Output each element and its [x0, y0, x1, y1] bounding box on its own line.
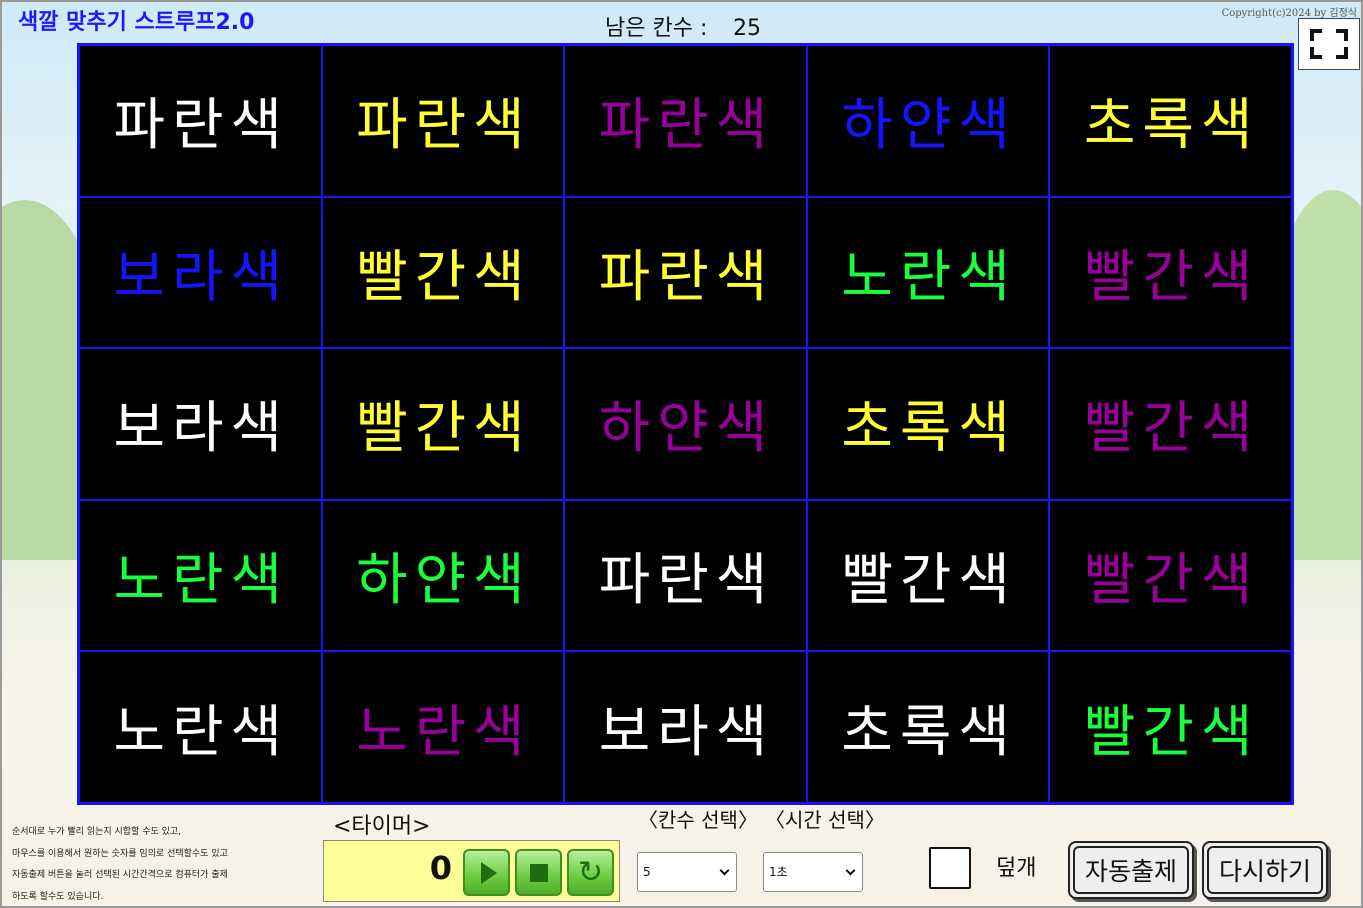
color-word: 초록색	[841, 396, 1017, 462]
cells-select-value: 5	[643, 865, 651, 879]
color-word: 파란색	[598, 548, 775, 614]
color-word: 빨간색	[1083, 548, 1260, 614]
color-word: 파란색	[598, 244, 775, 310]
copyright-text: Copyright(c)2024 by 김정식	[1221, 8, 1357, 19]
remaining-label: 남은 칸수 :	[605, 16, 708, 41]
board-cell[interactable]: 빨간색	[321, 348, 565, 500]
color-word: 초록색	[1083, 93, 1260, 159]
color-word: 파란색	[113, 93, 290, 159]
chevron-down-icon	[845, 865, 856, 876]
board-cell[interactable]: 보라색	[564, 651, 807, 803]
board-cell[interactable]: 빨간색	[1049, 651, 1292, 803]
instruction-line: 순서대로 누가 빨리 읽는지 시합할 수도 있고,	[12, 827, 182, 837]
stroop-board: 파란색 파란색 파란색 하얀색 초록색 보라색 빨간색 파란색 노란색 빨간색 보라색 빨간색 하얀색 초…	[77, 43, 1294, 805]
auto-quiz-label: 자동출제	[1073, 846, 1189, 894]
board-cell[interactable]: 하얀색	[564, 348, 807, 500]
board-cell[interactable]: 파란색	[564, 499, 807, 652]
time-select-label: 〈시간 선택〉	[765, 808, 885, 832]
timer-panel: 0 ↻	[323, 840, 620, 902]
color-word: 하얀색	[598, 396, 775, 462]
color-word: 빨간색	[1083, 244, 1260, 310]
timer-reset-button[interactable]: ↻	[567, 849, 614, 896]
timer-title: <타이머>	[333, 814, 431, 839]
board-cell[interactable]: 빨간색	[1049, 348, 1292, 500]
board-cell[interactable]: 빨간색	[1049, 499, 1292, 652]
board-cell[interactable]: 하얀색	[806, 45, 1050, 197]
timer-play-button[interactable]	[463, 849, 510, 896]
time-select-value: 1초	[769, 865, 788, 879]
board-cell[interactable]: 빨간색	[321, 196, 565, 349]
board-cell[interactable]: 노란색	[321, 651, 565, 803]
color-word: 노란색	[841, 244, 1017, 310]
fullscreen-icon-corner	[1336, 47, 1348, 59]
remaining-count: 25	[733, 16, 761, 41]
timer-stop-button[interactable]	[515, 849, 562, 896]
board-cell[interactable]: 초록색	[806, 348, 1050, 500]
board-cell[interactable]: 파란색	[79, 45, 322, 197]
color-word: 보라색	[113, 396, 290, 462]
instruction-line: 자동출제 버튼을 눌러 선택된 시간간격으로 컴퓨터가 출제	[12, 870, 228, 880]
board-cell[interactable]: 보라색	[79, 196, 322, 349]
instruction-line: 하도록 할수도 있습니다.	[12, 891, 104, 902]
color-word: 파란색	[598, 93, 775, 159]
restart-button[interactable]: 다시하기	[1202, 841, 1328, 899]
fullscreen-icon-corner	[1336, 29, 1348, 41]
board-cell[interactable]: 노란색	[79, 499, 322, 652]
fullscreen-icon-corner	[1310, 47, 1322, 59]
board-cell[interactable]: 빨간색	[806, 499, 1050, 652]
board-cell[interactable]: 파란색	[564, 196, 807, 349]
color-word: 빨간색	[1083, 396, 1260, 462]
play-icon	[480, 861, 497, 884]
timer-value: 0	[429, 849, 452, 887]
remaining-cells: 남은 칸수 : 25	[605, 10, 761, 42]
auto-quiz-button[interactable]: 자동출제	[1068, 841, 1194, 899]
color-word: 노란색	[113, 548, 290, 614]
board-cell[interactable]: 초록색	[806, 651, 1050, 803]
color-word: 빨간색	[841, 548, 1017, 614]
color-word: 노란색	[113, 699, 290, 765]
board-cell[interactable]: 파란색	[564, 45, 807, 197]
color-word: 빨간색	[356, 244, 532, 310]
chevron-down-icon	[719, 865, 730, 876]
cover-checkbox[interactable]	[929, 847, 971, 889]
board-cell[interactable]: 하얀색	[321, 499, 565, 652]
board-cell[interactable]: 노란색	[806, 196, 1050, 349]
fullscreen-icon	[1310, 29, 1322, 41]
cells-select-label: 〈칸수 선택〉	[638, 808, 758, 832]
color-word: 파란색	[356, 93, 532, 159]
instructions: 순서대로 누가 빨리 읽는지 시합할 수도 있고, 마우스를 이용해서 원하는 …	[12, 822, 317, 908]
board-cell[interactable]: 보라색	[79, 348, 322, 500]
color-word: 노란색	[356, 699, 532, 765]
time-select[interactable]: 1초	[763, 852, 863, 892]
app-title: 색깔 맞추기 스트루프2.0	[18, 10, 255, 35]
color-word: 보라색	[113, 244, 290, 310]
color-word: 하얀색	[356, 548, 532, 614]
color-word: 초록색	[841, 699, 1017, 765]
cells-select[interactable]: 5	[637, 852, 737, 892]
restart-label: 다시하기	[1207, 846, 1323, 894]
color-word: 하얀색	[841, 93, 1017, 159]
board-cell[interactable]: 노란색	[79, 651, 322, 803]
board-cell[interactable]: 빨간색	[1049, 196, 1292, 349]
color-word: 보라색	[598, 699, 775, 765]
color-word: 빨간색	[356, 396, 532, 462]
stop-icon	[529, 863, 548, 882]
color-word: 빨간색	[1083, 699, 1260, 765]
fullscreen-button[interactable]	[1298, 18, 1360, 70]
reset-icon: ↻	[577, 854, 604, 890]
instruction-line: 마우스를 이용해서 원하는 숫자를 임의로 선택할수도 있고	[12, 848, 228, 859]
board-cell[interactable]: 초록색	[1049, 45, 1292, 197]
board-cell[interactable]: 파란색	[321, 45, 565, 197]
cover-label: 덮개	[996, 856, 1037, 881]
